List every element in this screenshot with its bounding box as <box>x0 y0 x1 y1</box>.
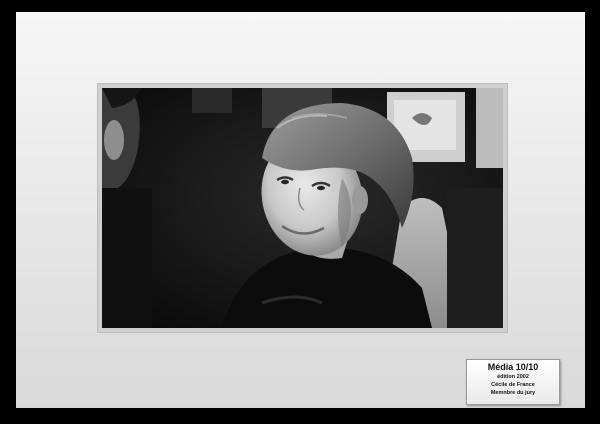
caption-line-name: Cécile de France <box>491 382 535 388</box>
portrait-photo <box>102 88 503 328</box>
caption-line-role: Memnbre du jury <box>490 390 536 396</box>
caption-plaque: Média 10/10 édition 2002 Cécile de Franc… <box>466 359 560 405</box>
caption-line-edition: édition 2002 <box>497 374 529 380</box>
caption-title: Média 10/10 <box>487 362 539 372</box>
outer-black-frame: Média 10/10 édition 2002 Cécile de Franc… <box>0 0 600 424</box>
portrait-illustration <box>102 88 503 328</box>
